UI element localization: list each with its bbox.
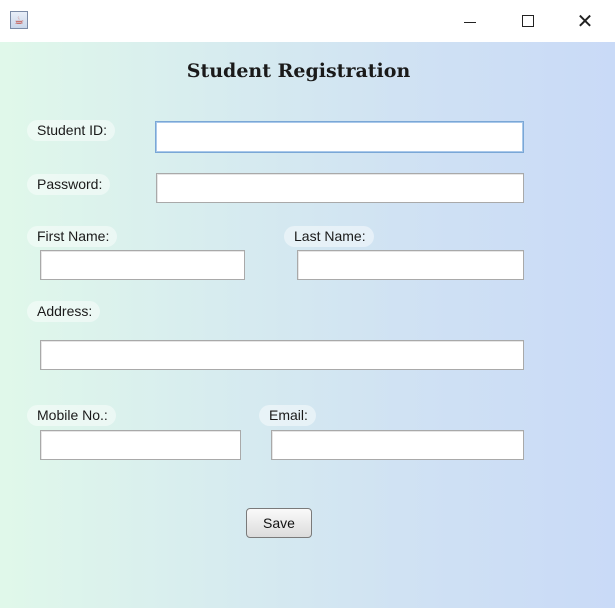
- last-name-label: Last Name:: [284, 226, 374, 247]
- minimize-button[interactable]: [447, 0, 493, 42]
- address-input[interactable]: [40, 340, 524, 370]
- save-button[interactable]: Save: [246, 508, 312, 538]
- maximize-button[interactable]: [505, 0, 551, 42]
- title-bar: ☕ ✕: [0, 0, 615, 42]
- java-cup-icon[interactable]: ☕: [10, 11, 28, 29]
- maximize-icon: [522, 15, 534, 27]
- email-label: Email:: [259, 405, 316, 426]
- email-input[interactable]: [271, 430, 524, 460]
- mobile-label: Mobile No.:: [27, 405, 116, 426]
- close-button[interactable]: ✕: [562, 0, 608, 42]
- registration-form: Student Registration Student ID: Passwor…: [0, 42, 615, 608]
- mobile-input[interactable]: [40, 430, 241, 460]
- close-icon: ✕: [576, 9, 594, 33]
- student-id-label: Student ID:: [27, 120, 116, 141]
- first-name-label: First Name:: [27, 226, 118, 247]
- student-id-input[interactable]: [155, 121, 524, 153]
- form-title: Student Registration: [186, 60, 411, 82]
- password-input[interactable]: [156, 173, 524, 203]
- first-name-input[interactable]: [40, 250, 245, 280]
- password-label: Password:: [27, 174, 111, 195]
- last-name-input[interactable]: [297, 250, 524, 280]
- address-label: Address:: [27, 301, 101, 322]
- minimize-icon: [464, 21, 476, 23]
